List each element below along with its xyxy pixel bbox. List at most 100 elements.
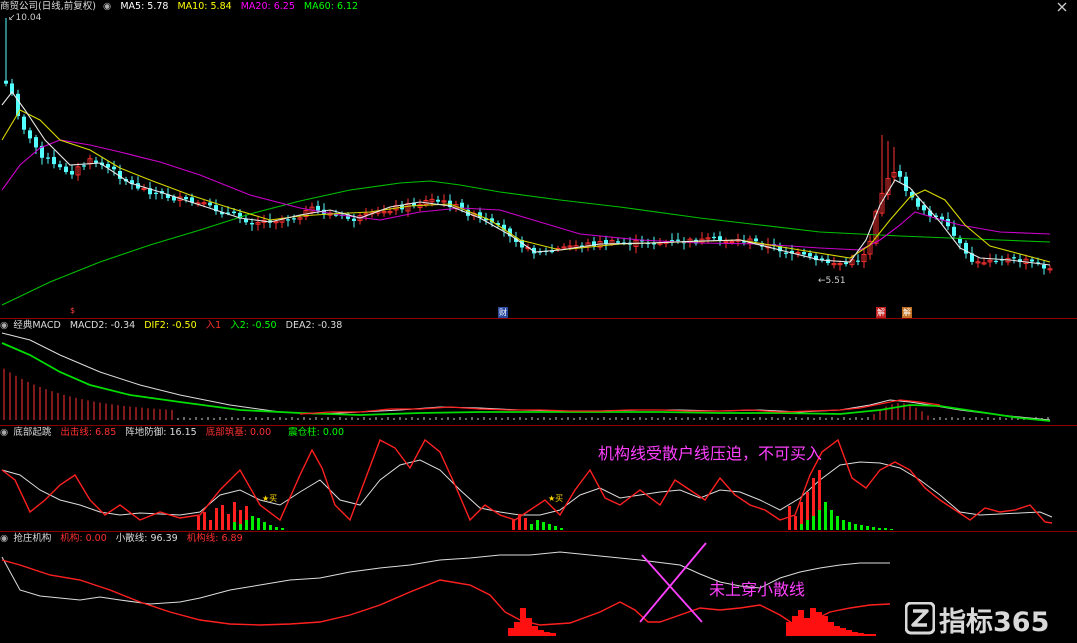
candle-body [22,116,26,130]
ma60-legend: MA60: 6.12 [303,1,359,12]
institution-bar [810,608,816,636]
shake-bar [245,520,248,530]
shake-bar [548,524,551,530]
shake-bar [860,525,863,530]
candle-body [904,176,908,192]
defense-line [1,459,1053,518]
shake-bar [836,516,839,530]
candle-body [898,170,902,177]
shake-bar [806,520,809,530]
institution-value: 机构: 0.00 [60,533,107,544]
institution-bar [822,616,828,636]
shake-bar [842,520,845,530]
defense-value: 阵地防御: 16.15 [125,427,197,438]
shake-bar [848,522,851,530]
institution-bar [804,618,810,636]
shake-bar [824,502,827,530]
institution-header: ◉ 抢庄机构 机构: 0.00 小散线: 96.39 机构线: 6.89 [0,532,249,546]
institution-bar [508,628,514,636]
foundation-value: 底部筑基: 0.00 [205,427,272,438]
shake-bar [239,524,242,530]
marker-finance: 财 [498,307,508,318]
candle-body [286,219,290,221]
close-icon[interactable] [1057,2,1067,12]
candle-body [802,251,806,255]
institution-bar [852,632,858,636]
institution-bar [786,622,792,636]
ma5-line [1,91,1051,266]
shake-bar-value: 震仓柱: 0.00 [288,427,345,438]
marker-dollar: $ [70,306,76,315]
foundation-bar [227,514,230,530]
settings-icon[interactable]: ◉ [0,427,8,438]
low-price-label: ←5.51 [818,276,846,286]
bottom-jump-title[interactable]: 底部起跳 [13,427,51,438]
high-price-label: ↙10.04 [8,13,42,23]
candle-body [844,262,848,265]
candle-body [112,166,116,170]
annotation-institution-pressure: 机构线受散户线压迫，不可买入 [598,444,823,463]
x-mark-stroke [639,542,707,623]
candle-body [208,202,212,206]
candle-body [292,218,296,220]
buy2-value: 入2: -0.50 [230,320,277,331]
institution-bar [798,610,804,636]
institution-bar [514,622,520,636]
stock-name[interactable]: 商贸公司(日线,前复权) [0,1,96,12]
candle-body [184,196,188,200]
candle-body [718,236,722,241]
candle-body [316,205,320,211]
macd-title[interactable]: 经典MACD [13,320,60,331]
institution-bar [870,634,876,636]
shake-bar [275,527,278,530]
shake-bar [560,528,563,530]
institution-bar [544,632,550,636]
shake-bar [251,516,254,530]
shake-bar [866,526,869,530]
candle-body [712,236,716,239]
main-chart-header: 商贸公司(日线,前复权) ◉ MA5: 5.78 MA10: 5.84 MA20… [0,0,364,14]
candle-body [352,218,356,221]
shake-bar [263,522,266,530]
settings-icon[interactable]: ◉ [0,533,8,544]
shake-bar [854,524,857,530]
dea-value: DEA2: -0.38 [285,320,343,331]
settings-icon[interactable]: ◉ [103,1,111,12]
candle-body [154,192,158,194]
institution-bar [840,628,846,636]
candle-body [994,260,998,263]
ma5-legend: MA5: 5.78 [120,1,169,12]
shake-bar [257,518,260,530]
institution-bar [550,633,556,636]
candle-body [28,130,32,139]
institution-bar [792,616,798,636]
institution-title[interactable]: 抢庄机构 [13,533,51,544]
dif-line [1,332,1051,421]
candle-body [436,199,440,202]
shake-bar [269,525,272,530]
shake-bar [884,528,887,530]
candle-body [82,165,86,167]
shake-bar [872,527,875,530]
attack-line-value: 出击线: 6.85 [60,427,117,438]
candle-body [46,157,50,159]
candle-body [94,160,98,163]
ma10-line [1,109,1051,263]
dif-value: DIF2: -0.50 [144,320,197,331]
institution-bar [846,630,852,636]
institution-bar [532,626,538,636]
candle-body [34,137,38,148]
institution-bar [520,608,526,636]
candle-body [70,170,74,175]
settings-icon[interactable]: ◉ [0,320,8,331]
foundation-bar [524,518,527,530]
shake-bar [890,529,893,530]
foundation-bar [197,516,200,530]
shake-bar [830,510,833,530]
foundation-bar [221,505,224,530]
foundation-bar [794,516,797,530]
shake-bar [800,524,803,530]
institution-bar [526,618,532,636]
candle-body [856,260,860,262]
marker-unlock-2: 解 [902,307,912,318]
